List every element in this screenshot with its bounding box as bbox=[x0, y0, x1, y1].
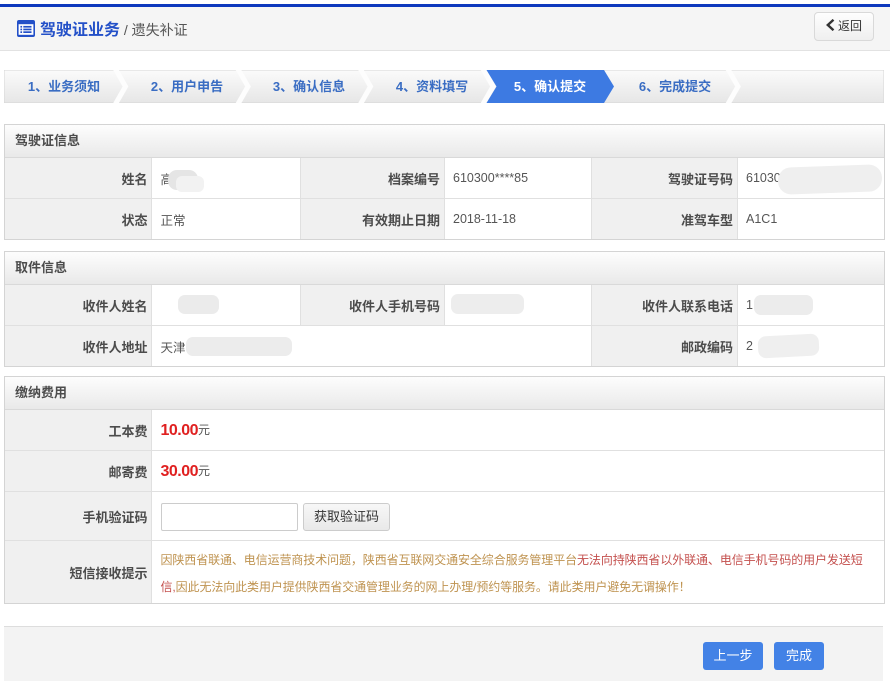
svg-text:4、资料填写: 4、资料填写 bbox=[396, 79, 468, 94]
svg-text:5、确认提交: 5、确认提交 bbox=[514, 79, 586, 94]
svg-text:3、确认信息: 3、确认信息 bbox=[273, 79, 345, 94]
svg-text:6、完成提交: 6、完成提交 bbox=[639, 79, 711, 94]
svg-text:2、用户申告: 2、用户申告 bbox=[151, 79, 223, 94]
svg-text:1、业务须知: 1、业务须知 bbox=[28, 79, 100, 94]
